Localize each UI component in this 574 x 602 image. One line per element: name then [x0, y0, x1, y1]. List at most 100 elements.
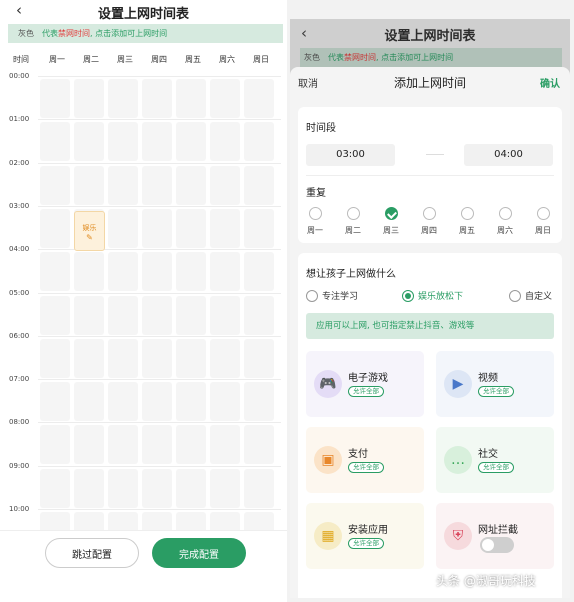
schedule-cell[interactable] — [142, 425, 172, 465]
schedule-cell[interactable] — [244, 208, 274, 248]
app-category-games[interactable]: 🎮 电子游戏 允许全部 — [306, 351, 424, 417]
schedule-cell[interactable] — [74, 122, 104, 162]
schedule-cell[interactable] — [108, 208, 138, 248]
schedule-cell[interactable] — [210, 208, 240, 248]
schedule-cell[interactable] — [142, 468, 172, 508]
schedule-cell[interactable] — [40, 338, 70, 378]
purpose-option-custom[interactable]: 自定义 — [509, 289, 552, 302]
schedule-cell[interactable] — [142, 208, 172, 248]
schedule-cell[interactable] — [244, 468, 274, 508]
purpose-option-entertainment[interactable]: 娱乐放松下 — [402, 289, 463, 302]
url-block-toggle[interactable] — [480, 537, 514, 553]
schedule-cell[interactable] — [108, 252, 138, 292]
schedule-cell[interactable] — [244, 295, 274, 335]
confirm-button[interactable]: 确认 — [540, 75, 560, 90]
schedule-cell[interactable] — [244, 252, 274, 292]
tip-banner: 应用可以上网, 也可指定禁止抖音、游戏等 — [306, 313, 554, 339]
schedule-cell[interactable] — [40, 79, 70, 118]
schedule-cell[interactable] — [210, 165, 240, 205]
schedule-cell[interactable] — [74, 252, 104, 292]
schedule-cell[interactable] — [74, 468, 104, 508]
schedule-cell[interactable] — [176, 165, 206, 205]
schedule-cell[interactable] — [74, 79, 104, 118]
app-category-video[interactable]: ▶ 视频 允许全部 — [436, 351, 554, 417]
schedule-cell[interactable] — [40, 382, 70, 422]
schedule-cell[interactable] — [74, 295, 104, 335]
allow-all-badge[interactable]: 允许全部 — [348, 538, 384, 549]
schedule-cell[interactable] — [40, 122, 70, 162]
weekday-option-sun[interactable]: 周日 — [528, 207, 558, 236]
schedule-cell[interactable] — [108, 79, 138, 118]
schedule-cell[interactable] — [108, 468, 138, 508]
schedule-cell[interactable] — [40, 468, 70, 508]
schedule-cell[interactable] — [176, 338, 206, 378]
schedule-cell[interactable] — [40, 252, 70, 292]
app-category-social[interactable]: … 社交 允许全部 — [436, 427, 554, 493]
schedule-cell[interactable] — [108, 165, 138, 205]
schedule-cell[interactable] — [210, 295, 240, 335]
schedule-cell[interactable] — [74, 165, 104, 205]
schedule-cell[interactable] — [244, 165, 274, 205]
radio-icon — [306, 289, 318, 302]
weekday-option-tue[interactable]: 周二 — [338, 207, 368, 236]
schedule-cell[interactable] — [142, 382, 172, 422]
schedule-cell[interactable] — [142, 252, 172, 292]
schedule-cell[interactable] — [40, 425, 70, 465]
schedule-cell[interactable] — [176, 252, 206, 292]
schedule-cell[interactable] — [176, 295, 206, 335]
schedule-cell[interactable] — [142, 165, 172, 205]
divider — [306, 175, 554, 176]
schedule-cell[interactable] — [244, 79, 274, 118]
schedule-cell[interactable] — [108, 382, 138, 422]
schedule-cell[interactable] — [244, 382, 274, 422]
schedule-cell[interactable] — [108, 425, 138, 465]
purpose-option-study[interactable]: 专注学习 — [306, 289, 358, 302]
schedule-cell[interactable] — [176, 425, 206, 465]
finish-config-button[interactable]: 完成配置 — [152, 538, 246, 568]
schedule-cell[interactable] — [108, 338, 138, 378]
start-time-picker[interactable]: 03:00 — [306, 144, 395, 166]
schedule-cell[interactable] — [142, 295, 172, 335]
schedule-cell[interactable] — [210, 382, 240, 422]
weekday-option-mon[interactable]: 周一 — [300, 207, 330, 236]
allow-all-badge[interactable]: 允许全部 — [478, 462, 514, 473]
end-time-picker[interactable]: 04:00 — [464, 144, 553, 166]
schedule-cell[interactable] — [142, 79, 172, 118]
schedule-cell[interactable] — [210, 79, 240, 118]
block-label: 娱乐 — [82, 224, 97, 232]
skip-config-button[interactable]: 跳过配置 — [45, 538, 139, 568]
schedule-cell[interactable] — [40, 208, 70, 248]
weekday-option-sat[interactable]: 周六 — [490, 207, 520, 236]
schedule-cell[interactable] — [210, 425, 240, 465]
schedule-cell[interactable] — [210, 468, 240, 508]
schedule-cell[interactable] — [176, 468, 206, 508]
weekday-option-wed[interactable]: 周三 — [376, 207, 406, 236]
schedule-cell[interactable] — [244, 425, 274, 465]
weekday-option-fri[interactable]: 周五 — [452, 207, 482, 236]
allow-all-badge[interactable]: 允许全部 — [348, 386, 384, 397]
schedule-cell[interactable] — [40, 165, 70, 205]
schedule-cell[interactable] — [108, 295, 138, 335]
app-category-install[interactable]: ▦ 安装应用 允许全部 — [306, 503, 424, 569]
schedule-cell[interactable] — [142, 122, 172, 162]
schedule-cell[interactable] — [210, 122, 240, 162]
schedule-cell[interactable] — [40, 295, 70, 335]
schedule-cell[interactable] — [176, 79, 206, 118]
allow-all-badge[interactable]: 允许全部 — [348, 462, 384, 473]
schedule-cell[interactable] — [108, 122, 138, 162]
schedule-cell[interactable] — [210, 338, 240, 378]
schedule-cell[interactable] — [176, 382, 206, 422]
schedule-cell[interactable] — [244, 338, 274, 378]
schedule-cell[interactable] — [142, 338, 172, 378]
entertainment-time-block[interactable]: 娱乐 ✎ — [74, 211, 105, 251]
schedule-cell[interactable] — [74, 382, 104, 422]
weekday-option-thu[interactable]: 周四 — [414, 207, 444, 236]
schedule-cell[interactable] — [210, 252, 240, 292]
app-category-payment[interactable]: ▣ 支付 允许全部 — [306, 427, 424, 493]
schedule-cell[interactable] — [74, 338, 104, 378]
schedule-cell[interactable] — [244, 122, 274, 162]
schedule-cell[interactable] — [74, 425, 104, 465]
schedule-cell[interactable] — [176, 208, 206, 248]
schedule-cell[interactable] — [176, 122, 206, 162]
allow-all-badge[interactable]: 允许全部 — [478, 386, 514, 397]
